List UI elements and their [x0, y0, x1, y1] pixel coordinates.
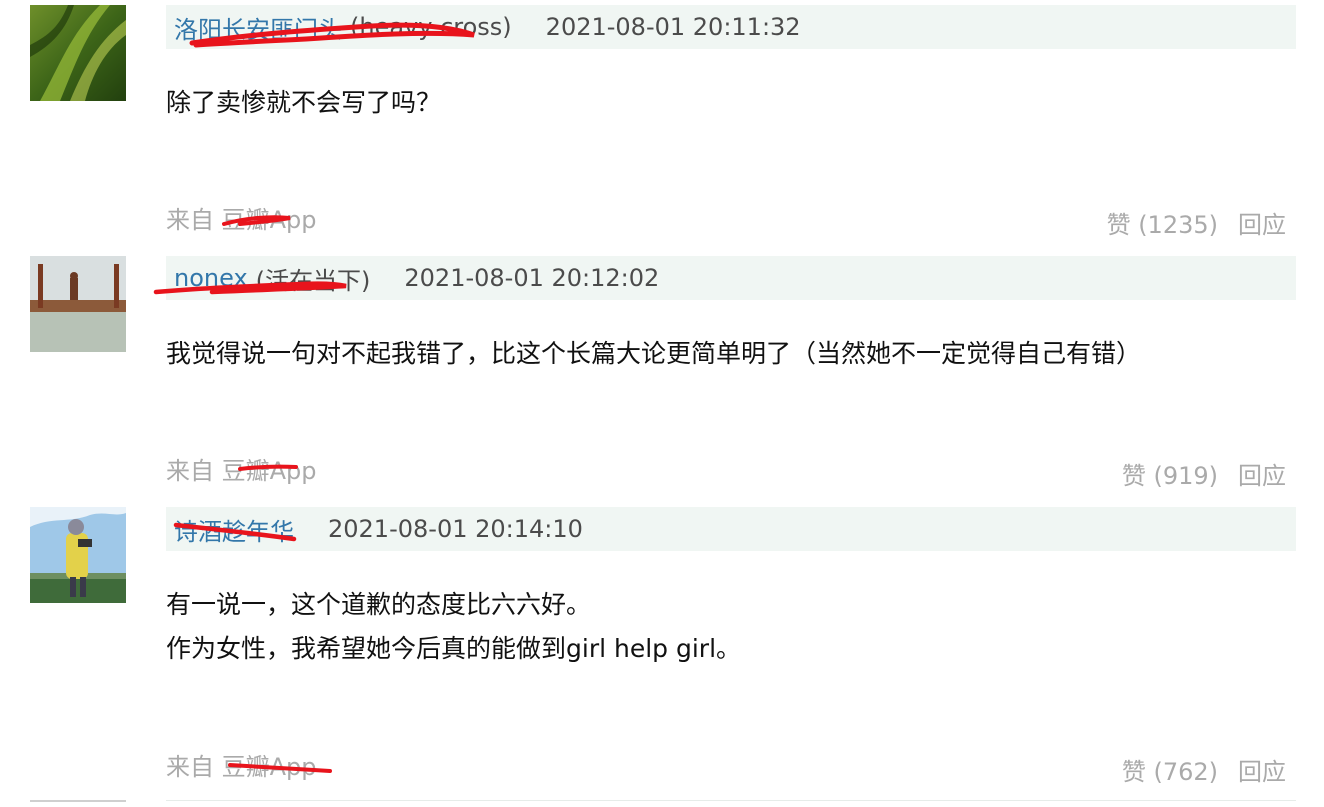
comment-source: 来自 豆瓣App	[166, 451, 317, 486]
comment-body: 我觉得说一句对不起我错了，比这个长篇大论更简单明了（当然她不一定觉得自己有错）	[166, 332, 1286, 376]
comment-item: 洛阳长安匪门头 (heavy cross) 2021-08-01 20:11:3…	[0, 5, 1324, 255]
comment-header: 洛阳长安匪门头 (heavy cross) 2021-08-01 20:11:3…	[166, 5, 1296, 49]
reply-button[interactable]: 回应	[1238, 752, 1286, 787]
comment-body: 有一说一，这个道歉的态度比六六好。 作为女性，我希望她今后真的能做到girl h…	[166, 583, 1286, 671]
avatar[interactable]	[30, 5, 126, 101]
comment-time: 2021-08-01 20:11:32	[545, 13, 801, 41]
comment-line: 有一说一，这个道歉的态度比六六好。	[166, 590, 592, 619]
divider	[166, 800, 1296, 801]
next-avatar-edge	[30, 800, 126, 802]
author-link[interactable]: 洛阳长安匪门头	[174, 10, 342, 45]
comment-header: 诗酒趁年华 2021-08-01 20:14:10	[166, 507, 1296, 551]
reply-button[interactable]: 回应	[1238, 456, 1286, 491]
source-label: 来自 豆瓣App	[166, 457, 317, 485]
comment-source: 来自 豆瓣App	[166, 747, 332, 782]
like-button[interactable]: 赞 (1235)	[1107, 205, 1218, 240]
avatar-landscape-icon	[30, 256, 126, 352]
like-button[interactable]: 赞 (762)	[1122, 752, 1218, 787]
avatar-leaf-icon	[30, 5, 126, 101]
like-button[interactable]: 赞 (919)	[1122, 456, 1218, 491]
comment-actions: 赞 (762) 回应	[1122, 752, 1286, 787]
source-label: 来自 豆瓣App	[166, 753, 317, 781]
comment-item: nonex (活在当下) 2021-08-01 20:12:02 我觉得说一句对…	[0, 256, 1324, 506]
author-link[interactable]: 诗酒趁年华	[174, 512, 294, 547]
comment-line: 作为女性，我希望她今后真的能做到girl help girl。	[166, 634, 742, 663]
avatar[interactable]	[30, 507, 126, 603]
avatar-photographer-icon	[30, 507, 126, 603]
author-note: (heavy cross)	[350, 13, 512, 41]
author-note: (活在当下)	[255, 266, 371, 295]
author-link[interactable]: nonex	[174, 264, 248, 292]
source-label: 来自 豆瓣App	[166, 206, 317, 234]
reply-button[interactable]: 回应	[1238, 205, 1286, 240]
comment-actions: 赞 (919) 回应	[1122, 456, 1286, 491]
comment-body: 除了卖惨就不会写了吗？	[166, 81, 1286, 125]
comment-item: 诗酒趁年华 2021-08-01 20:14:10 有一说一，这个道歉的态度比六…	[0, 507, 1324, 807]
comment-time: 2021-08-01 20:14:10	[328, 515, 583, 543]
comment-source: 来自 豆瓣App	[166, 200, 317, 235]
comment-line: 除了卖惨就不会写了吗？	[166, 88, 442, 117]
comment-time: 2021-08-01 20:12:02	[404, 264, 660, 292]
comment-header: nonex (活在当下) 2021-08-01 20:12:02	[153, 256, 1296, 300]
comment-actions: 赞 (1235) 回应	[1107, 205, 1286, 240]
avatar[interactable]	[30, 256, 126, 352]
comment-line: 我觉得说一句对不起我错了，比这个长篇大论更简单明了（当然她不一定觉得自己有错）	[166, 339, 1142, 368]
